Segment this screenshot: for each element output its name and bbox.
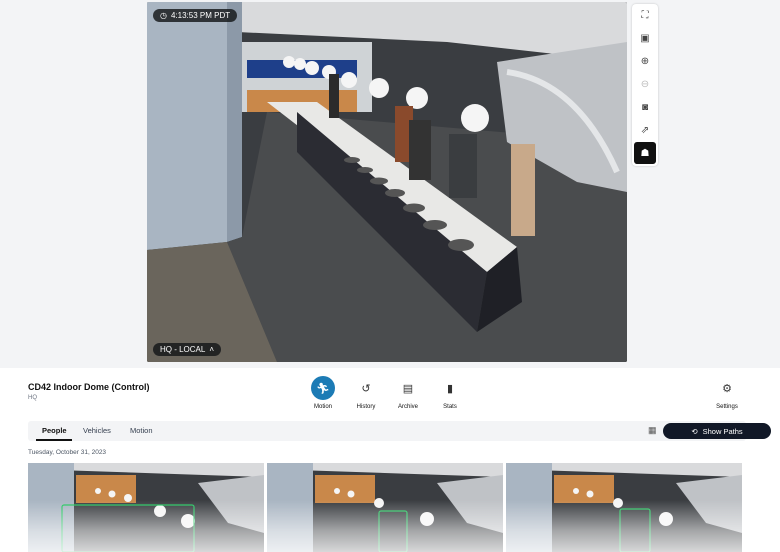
clock-icon: ◷ (160, 11, 167, 20)
show-paths-button[interactable]: ⟲ Show Paths (663, 423, 771, 439)
filter-tab-bar: People Vehicles Motion ▦ ⟲ Show Paths (28, 421, 771, 441)
nav-motion-label: Motion (313, 404, 332, 410)
tab-motion[interactable]: Motion (130, 426, 153, 435)
timestamp-text: 4:13:53 PM PDT (170, 11, 231, 20)
share-icon[interactable]: ⇗ (632, 119, 658, 142)
snapshot-icon[interactable]: ◙ (632, 96, 658, 119)
nav-stats[interactable]: ▮ Stats (428, 376, 472, 411)
active-tab-indicator (36, 439, 72, 441)
location-label: HQ - LOCAL (160, 345, 206, 354)
location-selector[interactable]: HQ - LOCAL ˄ (153, 343, 222, 356)
video-toolbar: ⛶ ▣ ⊕ ⊖ ◙ ⇗ ☗ (632, 4, 658, 166)
camera-scene (147, 2, 627, 362)
thumbnail-scene (267, 463, 503, 552)
running-person-icon: 🏃︎ (311, 376, 335, 400)
chevron-up-icon: ˄ (209, 345, 215, 354)
show-paths-label: Show Paths (702, 426, 743, 436)
tab-vehicles[interactable]: Vehicles (83, 426, 111, 435)
zoom-out-icon[interactable]: ⊖ (632, 73, 658, 96)
bar-chart-icon: ▮ (446, 382, 454, 395)
nav-archive-label: Archive (397, 404, 418, 410)
history-icon: ↺ (361, 382, 371, 395)
zoom-in-icon[interactable]: ⊕ (632, 50, 658, 73)
camera-name: CD42 Indoor Dome (Control) (28, 382, 150, 392)
paths-icon: ⟲ (691, 426, 698, 436)
camera-video-feed[interactable]: ◷ 4:13:53 PM PDT HQ - LOCAL ˄ (147, 2, 627, 362)
gear-icon: ⚙ (722, 382, 732, 395)
thumbnail-scene (506, 463, 742, 552)
fullscreen-icon[interactable]: ⛶ (632, 4, 658, 27)
nav-stats-label: Stats (443, 404, 457, 410)
event-thumbnail[interactable] (506, 463, 742, 552)
calendar-icon[interactable]: ▦ (648, 425, 657, 436)
nav-motion[interactable]: 🏃︎ Motion (301, 376, 345, 410)
date-label: Tuesday, October 31, 2023 (28, 449, 107, 456)
person-tracking-icon[interactable]: ☗ (634, 142, 656, 164)
nav-history[interactable]: ↺ History (344, 376, 388, 411)
nav-settings-label: Settings (716, 404, 738, 410)
timestamp-overlay: ◷ 4:13:53 PM PDT (153, 9, 238, 22)
thumbnail-scene (28, 463, 264, 552)
camera-site: HQ (28, 395, 37, 401)
event-thumbnail[interactable] (28, 463, 264, 552)
nav-history-label: History (356, 404, 376, 410)
nav-settings[interactable]: ⚙ Settings (705, 376, 749, 411)
nav-archive[interactable]: ▤ Archive (386, 376, 430, 411)
archive-icon: ▤ (402, 382, 414, 395)
picture-in-picture-icon[interactable]: ▣ (632, 27, 658, 50)
camera-panel: CD42 Indoor Dome (Control) HQ 🏃︎ Motion … (0, 368, 780, 552)
event-thumbnail[interactable] (267, 463, 503, 552)
tab-people[interactable]: People (42, 426, 67, 435)
